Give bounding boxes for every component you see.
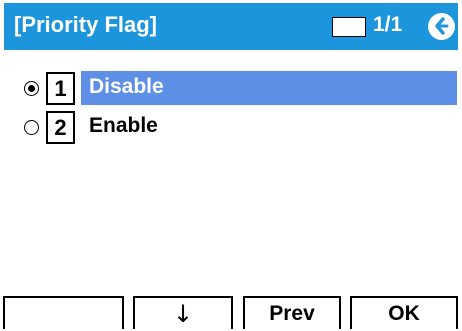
item-number: 1	[46, 72, 75, 105]
screen-title: [Priority Flag]	[14, 12, 158, 37]
input-indicator-box	[332, 17, 366, 37]
menu-item-enable[interactable]: 2 Enable	[0, 109, 462, 145]
softkey-prev[interactable]: Prev	[243, 296, 341, 329]
menu-item-disable[interactable]: 1 Disable	[0, 70, 462, 106]
menu-item-label: Disable	[89, 75, 164, 98]
title-bar: [Priority Flag] 1/1	[4, 3, 458, 50]
softkey-1[interactable]	[3, 296, 124, 329]
back-arrow-icon	[435, 17, 449, 35]
softkey-down-arrow[interactable]: ↓	[133, 296, 233, 329]
menu-item-label: Enable	[89, 114, 158, 137]
softkey-ok[interactable]: OK	[350, 296, 458, 329]
item-number: 2	[46, 111, 75, 144]
radio-checked-icon[interactable]	[24, 81, 39, 96]
page-indicator: 1/1	[373, 13, 403, 36]
back-button[interactable]	[428, 13, 455, 40]
radio-unchecked-icon[interactable]	[24, 120, 39, 135]
